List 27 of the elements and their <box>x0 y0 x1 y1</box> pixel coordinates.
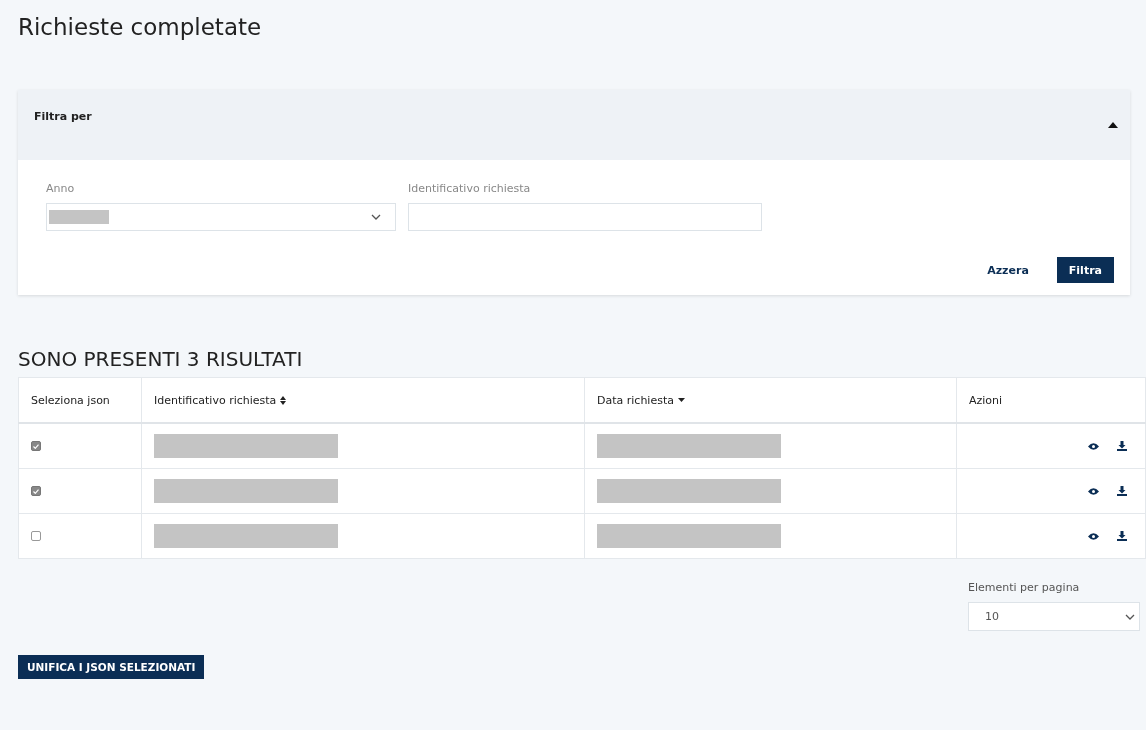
download-icon[interactable] <box>1117 486 1127 496</box>
column-header: Azioni <box>956 377 1146 423</box>
merge-button[interactable]: UNIFICA I JSON SELEZIONATI <box>18 655 205 679</box>
chevron-down-icon <box>371 214 381 220</box>
row-checkbox[interactable] <box>31 441 41 451</box>
eye-icon[interactable] <box>1088 442 1099 450</box>
field-label: Anno <box>46 182 76 195</box>
download-icon[interactable] <box>1117 441 1127 451</box>
eye-icon[interactable] <box>1088 532 1099 540</box>
download-icon[interactable] <box>1117 531 1127 541</box>
page-title: Richieste completate <box>18 14 263 40</box>
request-id-field[interactable] <box>408 203 762 231</box>
page-size-label: Elementi per pagina <box>968 581 1080 594</box>
column-header[interactable]: Identificativo richiesta <box>141 377 585 423</box>
results-heading: SONO PRESENTI 3 RISULTATI <box>18 347 304 371</box>
chevron-down-icon <box>1125 613 1135 620</box>
column-header[interactable]: Data richiesta <box>584 377 957 423</box>
filter-button[interactable]: Filtra <box>1056 257 1114 283</box>
column-header: Seleziona json <box>18 377 142 423</box>
filter-header[interactable]: Filtra per <box>18 90 1130 160</box>
row-checkbox[interactable] <box>31 531 41 541</box>
caret-icon <box>1108 122 1118 128</box>
row-checkbox[interactable] <box>31 486 41 496</box>
eye-icon[interactable] <box>1088 487 1099 495</box>
page-size-select[interactable]: 10 <box>968 602 1140 631</box>
field-label: Identificativo richiesta <box>408 182 532 195</box>
reset-link[interactable]: Azzera <box>983 259 1033 281</box>
